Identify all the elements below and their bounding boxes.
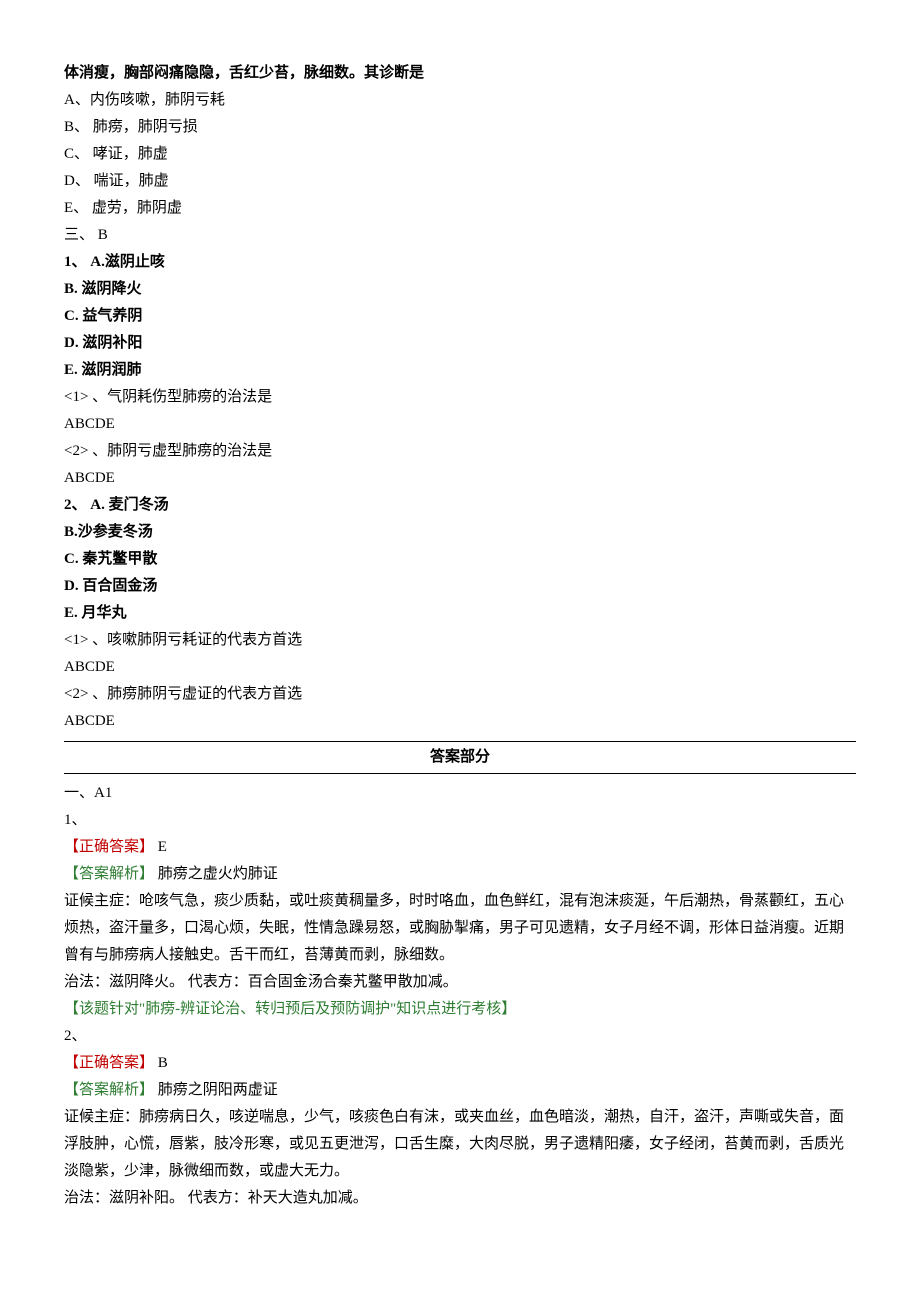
- q1-sub2-choices: ABCDE: [64, 465, 856, 492]
- a2-correct: 【正确答案】 B: [64, 1050, 856, 1077]
- q2-option-e: E. 月华丸: [64, 600, 856, 627]
- q1-sub1: <1> 、气阴耗伤型肺痨的治法是: [64, 384, 856, 411]
- a1-analysis-title: 肺痨之虚火灼肺证: [154, 866, 278, 882]
- a2-analysis-header: 【答案解析】 肺痨之阴阳两虚证: [64, 1077, 856, 1104]
- q2-sub2-choices: ABCDE: [64, 708, 856, 735]
- a1-correct-value: E: [154, 839, 167, 855]
- a1-analysis-header: 【答案解析】 肺痨之虚火灼肺证: [64, 861, 856, 888]
- a1-note-green: 肺痨-辨证论治、转归预后及预防调护: [145, 1001, 390, 1017]
- q1-option-c: C. 益气养阴: [64, 303, 856, 330]
- q2-sub1: <1> 、咳嗽肺阴亏耗证的代表方首选: [64, 627, 856, 654]
- option-c: C、 哮证，肺虚: [64, 141, 856, 168]
- a1-note: 【该题针对"肺痨-辨证论治、转归预后及预防调护"知识点进行考核】: [64, 996, 856, 1023]
- a1-correct-label: 【正确答案】: [64, 839, 154, 855]
- a1-note-part1: 【该题针对": [64, 1001, 145, 1017]
- q1-option-d: D. 滋阴补阳: [64, 330, 856, 357]
- q1-option-a: 1、 A.滋阴止咳: [64, 249, 856, 276]
- q1-sub2: <2> 、肺阴亏虚型肺痨的治法是: [64, 438, 856, 465]
- q1-option-e: E. 滋阴润肺: [64, 357, 856, 384]
- a2-correct-label: 【正确答案】: [64, 1055, 154, 1071]
- a2-analysis-line2: 治法：滋阴补阳。 代表方：补天大造丸加减。: [64, 1185, 856, 1212]
- a1-analysis-label: 【答案解析】: [64, 866, 154, 882]
- a1-number: 1、: [64, 807, 856, 834]
- a1-note-part2: "知识点进行考核】: [390, 1001, 516, 1017]
- q2-option-a: 2、 A. 麦门冬汤: [64, 492, 856, 519]
- answer-section-header: 答案部分: [64, 741, 856, 774]
- q1-sub1-choices: ABCDE: [64, 411, 856, 438]
- question-stem: 体消瘦，胸部闷痛隐隐，舌红少苔，脉细数。其诊断是: [64, 60, 856, 87]
- option-b: B、 肺痨，肺阴亏损: [64, 114, 856, 141]
- a2-correct-value: B: [154, 1055, 168, 1071]
- a1-correct: 【正确答案】 E: [64, 834, 856, 861]
- q2-option-c: C. 秦艽鳖甲散: [64, 546, 856, 573]
- option-e: E、 虚劳，肺阴虚: [64, 195, 856, 222]
- section-a1: 一、A1: [64, 780, 856, 807]
- option-a: A、内伤咳嗽，肺阴亏耗: [64, 87, 856, 114]
- q2-option-d: D. 百合固金汤: [64, 573, 856, 600]
- a1-analysis-line1: 证候主症：呛咳气急，痰少质黏，或吐痰黄稠量多，时时咯血，血色鲜红，混有泡沫痰涎，…: [64, 888, 856, 969]
- q2-option-b: B.沙参麦冬汤: [64, 519, 856, 546]
- a1-analysis-line2: 治法：滋阴降火。 代表方：百合固金汤合秦艽鳖甲散加减。: [64, 969, 856, 996]
- a2-analysis-line1: 证候主症：肺痨病日久，咳逆喘息，少气，咳痰色白有沫，或夹血丝，血色暗淡，潮热，自…: [64, 1104, 856, 1185]
- option-d: D、 喘证，肺虚: [64, 168, 856, 195]
- a2-analysis-title: 肺痨之阴阳两虚证: [154, 1082, 278, 1098]
- q1-option-b: B. 滋阴降火: [64, 276, 856, 303]
- q2-sub1-choices: ABCDE: [64, 654, 856, 681]
- a2-number: 2、: [64, 1023, 856, 1050]
- q2-sub2: <2> 、肺痨肺阴亏虚证的代表方首选: [64, 681, 856, 708]
- section-3-header: 三、 B: [64, 222, 856, 249]
- a2-analysis-label: 【答案解析】: [64, 1082, 154, 1098]
